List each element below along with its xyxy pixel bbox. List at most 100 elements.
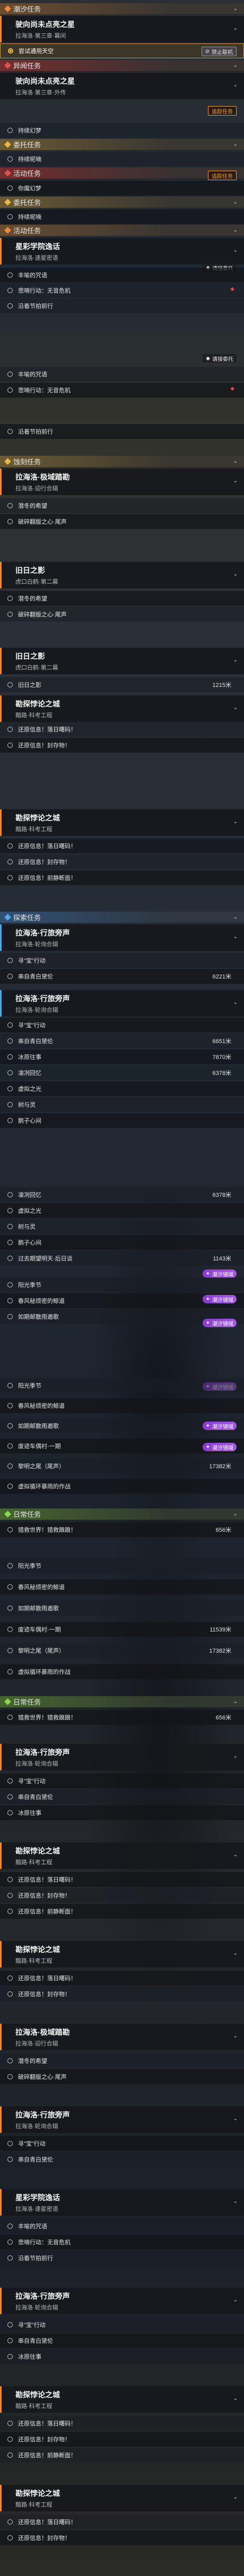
quest-objective[interactable]: 还原信息！封存物！ bbox=[0, 1987, 244, 2001]
section-header-explore[interactable]: 探索任务 ⌄ bbox=[0, 912, 244, 923]
quest-card[interactable]: 旧日之影 虎口白鹤·第二幕 ⌄ bbox=[0, 562, 244, 588]
quest-card[interactable]: 勘探悖论之城 黯路·科考工程 ⌄ bbox=[0, 695, 244, 722]
quest-objective[interactable]: 持续呢喃 bbox=[0, 152, 244, 166]
quest-card[interactable]: 星彩学院逸话 拉海洛·速星密语 ⌄ bbox=[0, 238, 244, 264]
quest-card[interactable]: 拉海洛·行旅旁声 拉海洛·轮询合辑 ⌄ bbox=[0, 1744, 244, 1770]
quest-objective[interactable]: 还原信息！封存物！ bbox=[0, 854, 244, 869]
quest-objective[interactable]: 还原信息！落日曙码！ bbox=[0, 1872, 244, 1887]
quest-objective[interactable]: 串自青白黛伦 6221米 bbox=[0, 969, 244, 984]
section-header-daily[interactable]: 日常任务 ⌄ bbox=[0, 1508, 244, 1520]
quest-card[interactable]: 驶向尚未点亮之星 拉海洛·第三章·外传 ⌄ bbox=[0, 73, 244, 99]
quest-objective[interactable]: 串自青白黛伦 bbox=[0, 2152, 244, 2167]
quest-objective[interactable]: 还原信息！落日曙码！ bbox=[0, 722, 244, 737]
quest-objective[interactable]: 鹅子心间 bbox=[0, 1235, 244, 1250]
quest-objective[interactable]: 潜冬的希望 bbox=[0, 498, 244, 513]
quest-card[interactable]: 勘探悖论之城 黯路·科考工程 ⌄ bbox=[0, 1941, 244, 1968]
quest-objective[interactable]: 持续幻梦 bbox=[0, 123, 244, 138]
quest-objective[interactable]: 虚拟循环暴雨的作战 bbox=[0, 1479, 244, 1494]
quest-objective[interactable]: 你魔幻梦 bbox=[0, 181, 244, 196]
quest-objective[interactable]: 春风秘烦密的鲸道 bbox=[0, 1398, 244, 1413]
quest-card[interactable]: 拉海洛·行旅旁声 拉海洛·轮询合辑 ⌄ bbox=[0, 924, 244, 951]
quest-card[interactable]: 拉海洛·行旅旁声 拉海洛·轮询合辑 ⌄ bbox=[0, 2288, 244, 2314]
quest-objective[interactable]: 树与灵 bbox=[0, 1097, 244, 1112]
quest-objective[interactable]: 寻"宝"行动 bbox=[0, 1774, 244, 1788]
quest-objective[interactable]: 还原信息！前静断面！ bbox=[0, 2448, 244, 2463]
quest-objective[interactable]: 寻"宝"行动 bbox=[0, 1018, 244, 1033]
section-header-daily[interactable]: 日常任务 ⌄ bbox=[0, 1696, 244, 1708]
quest-card[interactable]: 拉海洛·行旅旁声 拉海洛·轮询合辑 ⌄ bbox=[0, 990, 244, 1017]
section-header-activity[interactable]: 活动任务⌄ bbox=[0, 167, 244, 179]
quest-objective[interactable]: 废迹车偶村·一期 11539米 bbox=[0, 1622, 244, 1637]
quest-card[interactable]: 驶向尚未点亮之星 拉海洛·第三章·幕间 ⌄ bbox=[0, 16, 244, 42]
quest-objective[interactable]: 串自青白黛伦 6651米 bbox=[0, 1034, 244, 1048]
quest-objective[interactable]: 黎明之尾（尾声） 17382米 bbox=[0, 1459, 244, 1474]
section-header-rumor[interactable]: 异闻任务 ⌄ bbox=[0, 60, 244, 72]
quest-card[interactable]: 勘探悖论之城 黯路·科考工程 ⌄ bbox=[0, 2386, 244, 2413]
quest-objective[interactable]: 破碎翻版之心·尾声 bbox=[0, 514, 244, 529]
quest-objective[interactable]: 鹅子心间 bbox=[0, 1113, 244, 1128]
quest-objective[interactable]: 串自青白黛伦 bbox=[0, 1789, 244, 1804]
quest-objective[interactable]: 还原信息！封存物！ bbox=[0, 2530, 244, 2545]
badge-mirage[interactable]: ✦潮汐镜域 bbox=[202, 1319, 237, 1327]
quest-objective[interactable]: 冰原往事 7870米 bbox=[0, 1049, 244, 1064]
quest-objective[interactable]: 凛冽回忆 6378米 bbox=[0, 1065, 244, 1080]
quest-objective[interactable]: 黎明之尾（尾声） 17382米 bbox=[0, 1643, 244, 1658]
quest-objective[interactable]: 还原信息！前静断面！ bbox=[0, 1904, 244, 1919]
quest-objective[interactable]: 猎救世界！猎救踉踉！ 656米 bbox=[0, 1710, 244, 1725]
quest-objective[interactable]: 还原信息！前静断面！ bbox=[0, 870, 244, 885]
quest-objective[interactable]: 树与灵 bbox=[0, 1219, 244, 1234]
quest-objective[interactable]: 潜冬的希望 bbox=[0, 2053, 244, 2068]
quest-objective[interactable]: 还原信息！落日曙码！ bbox=[0, 1971, 244, 1986]
quest-objective[interactable]: 凛冽回忆 6378米 bbox=[0, 1187, 244, 1202]
quest-objective[interactable]: 虚拟循环暴雨的作战 bbox=[0, 1664, 244, 1679]
badge-mirage[interactable]: ✦潮汐镜域 bbox=[202, 1269, 237, 1278]
quest-objective[interactable]: 还原信息！落日曙码！ bbox=[0, 839, 244, 853]
quest-objective[interactable]: 还原信息！封存物！ bbox=[0, 1888, 244, 1903]
quest-objective[interactable]: 丰喻的咒语 bbox=[0, 268, 244, 283]
quest-objective[interactable]: 阳光季节 bbox=[0, 1277, 244, 1292]
quest-card[interactable]: 勘探悖论之城 黯路·科考工程 ⌄ bbox=[0, 1842, 244, 1869]
quest-objective[interactable]: 虚拟之光 bbox=[0, 1081, 244, 1096]
quest-objective[interactable]: 还原信息！封存物！ bbox=[0, 738, 244, 753]
quest-card[interactable]: 拉海洛·极域踏勘 拉海洛·迎行合辑 ⌄ bbox=[0, 2024, 244, 2050]
section-header-trend[interactable]: 潮汐任务 ⌄ bbox=[0, 3, 244, 15]
quest-objective[interactable]: 春风秘烦密的鲸道 bbox=[0, 1580, 244, 1594]
quest-card[interactable]: 勘探悖论之城 黯路·科考工程 ⌄ bbox=[0, 2485, 244, 2511]
quest-card[interactable]: 拉海洛·行旅旁声 拉海洛·轮询合辑 ⌄ bbox=[0, 2106, 244, 2133]
quest-objective[interactable]: 还原信息！落日曙码！ bbox=[0, 2416, 244, 2431]
quest-objective[interactable]: 破碎翻版之心·尾声 bbox=[0, 2069, 244, 2084]
badge-track[interactable]: 追踪任务 bbox=[208, 106, 237, 116]
quest-objective[interactable]: 串自青白黛伦 bbox=[0, 2333, 244, 2348]
quest-objective[interactable]: 悲喃行动：无音危机 bbox=[0, 283, 244, 298]
badge-mirage[interactable]: ✦潮汐镜域 bbox=[202, 1295, 237, 1303]
badge-unlock[interactable]: ◆请接委托 bbox=[203, 354, 237, 363]
quest-objective[interactable]: 沿着节拍前行 bbox=[0, 424, 244, 439]
quest-objective[interactable]: 冰原往事 bbox=[0, 2349, 244, 2364]
quest-objective[interactable]: 沿着节拍前行 bbox=[0, 298, 244, 313]
quest-objective[interactable]: 虚拟之光 bbox=[0, 1203, 244, 1218]
quest-card[interactable]: 星彩学院逸话 拉海洛·速星密语 ⌄ bbox=[0, 2189, 244, 2216]
quest-objective[interactable]: 潜冬的希望 bbox=[0, 591, 244, 606]
quest-objective[interactable]: 丰喻的咒语 bbox=[0, 2219, 244, 2234]
quest-objective[interactable]: 还原信息！封存物！ bbox=[0, 2432, 244, 2447]
quest-card[interactable]: 勘探悖论之城 黯路·科考工程 ⌄ bbox=[0, 809, 244, 836]
quest-objective[interactable]: 悲喃行动：无音危机 bbox=[0, 2235, 244, 2249]
quest-card[interactable]: 拉海洛·极域踏勘 拉海洛·迎行合辑 ⌄ bbox=[0, 469, 244, 495]
section-header-hunt[interactable]: 蚀刻任务 ⌄ bbox=[0, 456, 244, 467]
quest-card[interactable]: 旧日之影 虎口白鹤·第二幕 ⌄ bbox=[0, 648, 244, 674]
quest-objective[interactable]: 寻"宝"行动 bbox=[0, 2317, 244, 2332]
quest-objective[interactable]: 过去期望明天·后日谈 1143米 bbox=[0, 1251, 244, 1266]
quest-objective[interactable]: 阳光季节 bbox=[0, 1378, 244, 1393]
quest-objective[interactable]: 冰原往事 bbox=[0, 1805, 244, 1820]
badge-forbid[interactable]: ⊘ 禁止联机 bbox=[201, 47, 237, 56]
section-header-activity[interactable]: 活动任务⌄ bbox=[0, 225, 244, 236]
quest-objective[interactable]: 悲喃行动：无音危机 bbox=[0, 383, 244, 398]
quest-objective[interactable]: 寻"宝"行动 bbox=[0, 2136, 244, 2151]
badge-mirage[interactable]: ✦潮汐镜域 bbox=[202, 1422, 237, 1430]
quest-objective[interactable]: 寻"宝"行动 bbox=[0, 953, 244, 968]
quest-objective[interactable]: 还原信息！落日曙码！ bbox=[0, 2515, 244, 2529]
badge-mirage[interactable]: ✦潮汐镜域 bbox=[202, 1443, 237, 1451]
quest-objective[interactable]: 如期邮散雨邀歌 bbox=[0, 1601, 244, 1616]
badge-track[interactable]: 追踪任务 bbox=[208, 171, 237, 180]
quest-objective[interactable]: 丰喻的咒语 bbox=[0, 367, 244, 382]
